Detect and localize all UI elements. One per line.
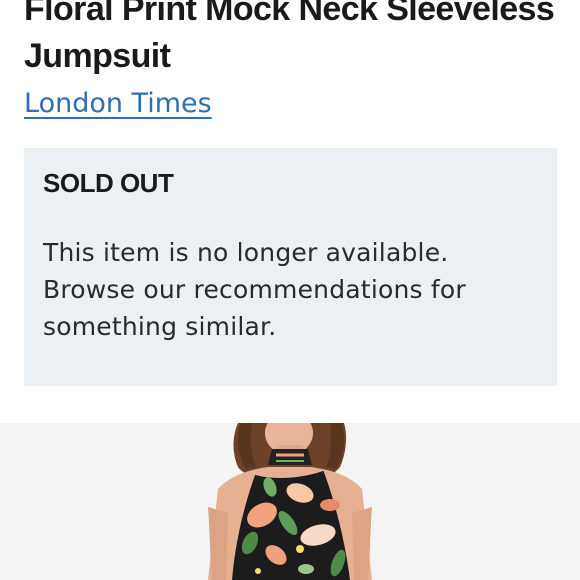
sold-out-message: This item is no longer available. Browse…: [43, 238, 466, 341]
sold-out-heading: SOLD OUT: [43, 168, 174, 198]
product-photo-illustration: [208, 423, 372, 580]
product-image[interactable]: [0, 423, 580, 580]
product-title: Floral Print Mock Neck Sleeveless Jumpsu…: [24, 0, 555, 75]
brand-link[interactable]: London Times: [24, 86, 212, 122]
product-page: Floral Print Mock Neck Sleeveless Jumpsu…: [0, 0, 580, 580]
sold-out-notice: SOLD OUT This item is no longer availabl…: [24, 148, 557, 386]
